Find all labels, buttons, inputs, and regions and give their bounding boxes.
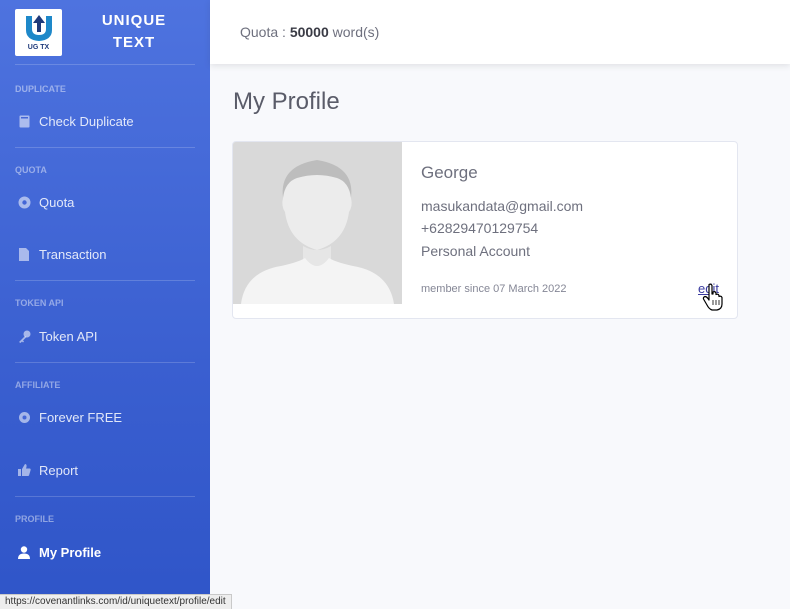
topbar: Quota : 50000 word(s) [210,0,790,64]
sidebar-item-label: Report [39,462,79,478]
avatar [233,142,402,304]
gear-icon [17,410,31,424]
status-bar-url: https://covenantlinks.com/id/uniquetext/… [0,594,232,609]
quota-label: Quota : [240,24,286,40]
book-icon [17,114,31,128]
thumbs-up-icon [17,463,31,477]
sidebar-item-my-profile[interactable]: My Profile [0,542,210,562]
page-title: My Profile [233,88,340,115]
profile-account-type: Personal Account [421,243,530,259]
quota-unit: word(s) [332,24,380,40]
sidebar-item-label: Check Duplicate [39,113,134,129]
circle-icon [17,195,31,209]
profile-email: masukandata@gmail.com [421,198,584,214]
sidebar-item-token-api[interactable]: Token API [0,326,210,346]
section-heading-profile: PROFILE [15,514,55,524]
sidebar-item-forever-free[interactable]: Forever FREE [0,407,210,427]
sidebar-item-label: My Profile [39,544,102,560]
sidebar-item-label: Quota [39,194,75,210]
profile-name: George [421,163,478,182]
quota-value: 50000 [289,24,329,40]
member-since: member since 07 March 2022 [421,283,567,295]
sidebar-item-label: Forever FREE [39,409,123,425]
sidebar-item-quota[interactable]: Quota [0,192,210,212]
avatar-placeholder-icon [233,142,402,304]
section-heading-affiliate: AFFILIATE [15,380,61,390]
sidebar-item-label: Transaction [39,246,107,262]
sidebar-item-transaction[interactable]: Transaction [0,244,210,264]
shield-logo-icon [25,14,52,41]
brand[interactable]: UG TX UNIQUE TEXT [0,0,210,64]
hand-cursor-icon [702,283,723,311]
brand-logo: UG TX [15,8,62,56]
brand-name: UNIQUE TEXT [101,12,167,51]
section-heading-token-api: TOKEN API [15,298,64,308]
profile-info: George masukandata@gmail.com +6282947012… [421,142,719,318]
section-heading-duplicate: DUPLICATE [15,84,66,94]
user-icon [17,545,31,559]
sidebar-item-check-duplicate[interactable]: Check Duplicate [0,111,210,131]
file-icon [17,247,31,261]
key-icon [17,329,31,343]
section-heading-quota: QUOTA [15,165,47,175]
logo-text: UG TX [27,43,50,51]
sidebar-item-report[interactable]: Report [0,460,210,480]
profile-phone: +62829470129754 [421,220,539,236]
sidebar: UG TX UNIQUE TEXT DUPLICATE Check Duplic… [0,0,210,609]
sidebar-item-label: Token API [39,328,98,344]
profile-card: George masukandata@gmail.com +6282947012… [232,141,738,319]
